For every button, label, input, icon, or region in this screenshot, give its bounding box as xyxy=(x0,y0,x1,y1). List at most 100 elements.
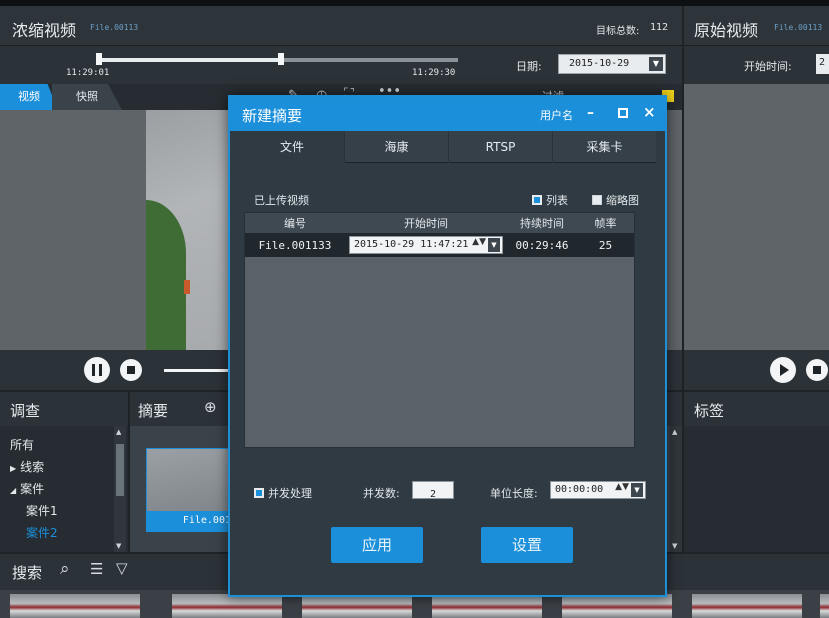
search-title: 搜索 xyxy=(12,564,43,582)
date-label: 日期: xyxy=(516,60,542,73)
concurrent-count-input[interactable]: 2 xyxy=(412,481,454,500)
tab-hikvision-label: 海康 xyxy=(384,140,409,154)
row-start-time: 2015-10-29 11:47:21 xyxy=(354,239,469,250)
tree-item-case2[interactable]: 案件2 xyxy=(26,524,58,541)
concurrent-count-value: 2 xyxy=(429,489,437,500)
tree-item-case1[interactable]: 案件1 xyxy=(26,502,58,519)
tab-hikvision[interactable]: 海康 xyxy=(344,131,448,163)
user-name[interactable]: 用户名 xyxy=(540,107,573,123)
stop-button[interactable] xyxy=(120,359,142,381)
grass-area xyxy=(146,200,186,350)
maximize-icon[interactable] xyxy=(618,108,628,118)
result-thumbnail[interactable] xyxy=(562,594,672,618)
summary-thumbnail[interactable]: File.001 xyxy=(146,448,234,532)
timeline-selection xyxy=(98,58,282,62)
tree-item-clues-label: 线索 xyxy=(20,460,45,474)
original-video-title: 原始视频 xyxy=(694,21,759,40)
tab-rtsp[interactable]: RTSP xyxy=(448,131,552,163)
summary-title: 摘要 xyxy=(138,402,169,420)
timeline-start-handle[interactable] xyxy=(96,53,102,65)
concurrent-label: 并发处理 xyxy=(268,487,312,500)
investigate-title: 调查 xyxy=(10,402,41,420)
row-start-time-spinner[interactable]: 2015-10-29 11:47:21 ▲▼ ▼ xyxy=(349,233,503,257)
investigate-panel: 调查 所有 ▶ 线索 ◢ 案件 案件1 案件2 ▲ ▼ xyxy=(0,392,128,552)
result-thumbnail[interactable] xyxy=(692,594,802,618)
result-thumbnail[interactable] xyxy=(302,594,412,618)
date-value: 2015-10-29 xyxy=(569,58,630,69)
spinner-icon[interactable]: ▲▼ xyxy=(615,482,629,492)
minimize-icon[interactable]: – xyxy=(587,105,594,121)
start-time-label: 开始时间: xyxy=(744,60,792,73)
traffic-cone xyxy=(184,280,190,294)
row-duration: 00:29:46 xyxy=(515,238,569,252)
new-summary-dialog: 新建摘要 用户名 – × 文件 海康 RTSP 采集卡 已上传视频 列表 缩略图… xyxy=(228,95,667,597)
tab-video-label: 视频 xyxy=(18,90,40,103)
tree-item-clues[interactable]: ▶ 线索 xyxy=(10,458,44,475)
tree-item-cases[interactable]: ◢ 案件 xyxy=(10,480,44,497)
row-fps: 25 xyxy=(598,238,613,252)
summary-scrollbar[interactable]: ▲ ▼ xyxy=(670,426,682,552)
search-icon[interactable]: ⌕ xyxy=(60,559,70,579)
condensed-file-name: File.00113 xyxy=(90,23,139,32)
thumbnail-view-checkbox[interactable] xyxy=(592,195,602,205)
tab-video[interactable]: 视频 xyxy=(0,84,58,110)
list-view-toggle[interactable]: 列表 xyxy=(532,192,568,208)
concurrent-checkbox[interactable] xyxy=(254,488,264,498)
caret-right-icon[interactable]: ▶ xyxy=(10,464,16,473)
tab-snapshot[interactable]: 快照 xyxy=(52,84,122,110)
tags-title: 标签 xyxy=(694,402,725,420)
timeline-bar: 11:29:01 11:29:30 日期: 2015-10-29 ▼ xyxy=(0,46,682,84)
start-time-input[interactable]: 2 xyxy=(816,54,829,74)
play-button[interactable] xyxy=(770,357,796,383)
concurrent-toggle[interactable]: 并发处理 xyxy=(254,485,312,501)
thumbnail-view-toggle[interactable]: 缩略图 xyxy=(592,192,639,208)
condensed-video-title: 浓缩视频 xyxy=(12,21,77,40)
unit-length-spinner[interactable]: 00:00:00 ▲▼ ▼ xyxy=(550,481,646,499)
list-view-label: 列表 xyxy=(546,194,568,207)
target-count: 112 xyxy=(650,22,669,33)
tags-list xyxy=(684,426,829,552)
row-id: File.001133 xyxy=(258,238,332,252)
dialog-title-bar[interactable]: 新建摘要 用户名 – × xyxy=(230,97,665,131)
result-thumbnail[interactable] xyxy=(172,594,282,618)
result-thumbnail[interactable] xyxy=(10,594,140,618)
chevron-down-icon[interactable]: ▼ xyxy=(631,483,643,497)
tree-item-cases-label: 案件 xyxy=(20,482,45,496)
sort-icon[interactable]: ☰ xyxy=(90,560,103,578)
tab-file[interactable]: 文件 xyxy=(240,131,344,163)
pause-button[interactable] xyxy=(84,357,110,383)
result-thumbnail[interactable] xyxy=(820,594,829,618)
uploaded-videos-label: 已上传视频 xyxy=(254,194,309,207)
tab-capture-card[interactable]: 采集卡 xyxy=(552,131,656,163)
tab-capture-card-label: 采集卡 xyxy=(586,140,623,154)
funnel-icon[interactable]: ▽ xyxy=(116,559,128,577)
original-stop-button[interactable] xyxy=(806,359,828,381)
target-count-label: 目标总数: xyxy=(596,26,640,37)
add-summary-icon[interactable]: ⊕ xyxy=(204,398,217,416)
original-timeline-bar: 开始时间: 2 xyxy=(684,46,829,84)
spinner-icon[interactable]: ▲▼ xyxy=(472,237,486,247)
table-row[interactable]: File.001133 2015-10-29 11:47:21 ▲▼ ▼ 00:… xyxy=(245,233,634,257)
tree-item-all[interactable]: 所有 xyxy=(10,436,34,453)
timeline-end-handle[interactable] xyxy=(278,53,284,65)
tab-file-label: 文件 xyxy=(279,140,304,154)
caret-down-icon[interactable]: ◢ xyxy=(10,486,16,495)
video-table: 编号 开始时间 持续时间 帧率 File.001133 2015-10-29 1… xyxy=(244,212,635,448)
original-file-name: File.00113 xyxy=(774,23,823,32)
settings-button[interactable]: 设置 xyxy=(481,527,573,563)
concurrent-count-label: 并发数: xyxy=(363,487,400,500)
chevron-down-icon[interactable]: ▼ xyxy=(488,238,500,252)
apply-button[interactable]: 应用 xyxy=(331,527,423,563)
chevron-down-icon[interactable]: ▼ xyxy=(649,57,663,71)
col-id: 编号 xyxy=(284,217,306,230)
result-thumbnail[interactable] xyxy=(432,594,542,618)
date-select[interactable]: 2015-10-29 ▼ xyxy=(558,54,666,74)
dialog-source-tabs: 文件 海康 RTSP 采集卡 xyxy=(240,131,656,163)
playback-progress[interactable] xyxy=(164,369,228,372)
tree-scrollbar[interactable]: ▲ ▼ xyxy=(114,426,126,552)
list-view-checkbox[interactable] xyxy=(532,195,542,205)
video-frame xyxy=(146,110,232,350)
unit-length-label: 单位长度: xyxy=(490,487,538,500)
close-icon[interactable]: × xyxy=(643,103,656,121)
original-video-view[interactable] xyxy=(684,84,829,350)
